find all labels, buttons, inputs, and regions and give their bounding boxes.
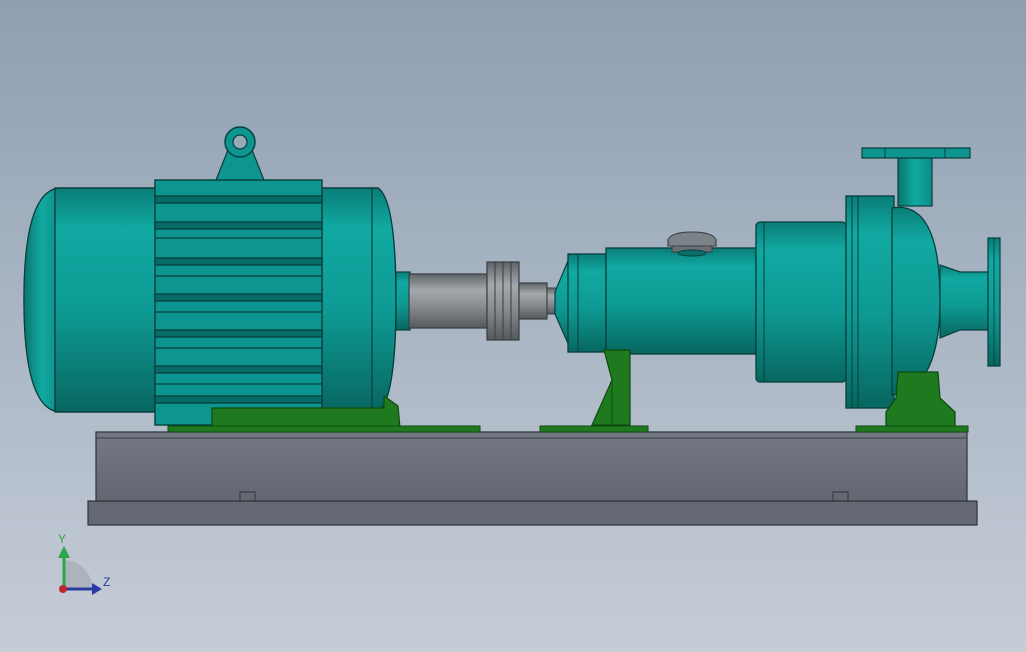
motor-shaft: [408, 273, 488, 329]
x-axis-dot: [59, 585, 67, 593]
motor-foot-plate: [167, 425, 481, 433]
oil-fill-cap: [667, 231, 717, 247]
triad-z-label: Z: [103, 575, 111, 589]
discharge-flange: [861, 147, 971, 159]
suction-nozzle: [939, 264, 989, 339]
cad-viewport[interactable]: Y Z: [0, 0, 1026, 652]
base-frame-body: [95, 431, 968, 502]
discharge-nozzle: [897, 157, 933, 207]
pump-cover: [755, 221, 847, 383]
bearing-housing-body: [605, 247, 757, 355]
pump-shaft: [518, 282, 548, 320]
casing-flange: [845, 195, 895, 409]
motor-cooling-fins: [154, 179, 323, 426]
base-plate-bottom: [87, 500, 978, 526]
base-frame: [87, 431, 978, 526]
triad-y-label: Y: [58, 532, 67, 546]
model-canvas[interactable]: [0, 0, 1026, 652]
